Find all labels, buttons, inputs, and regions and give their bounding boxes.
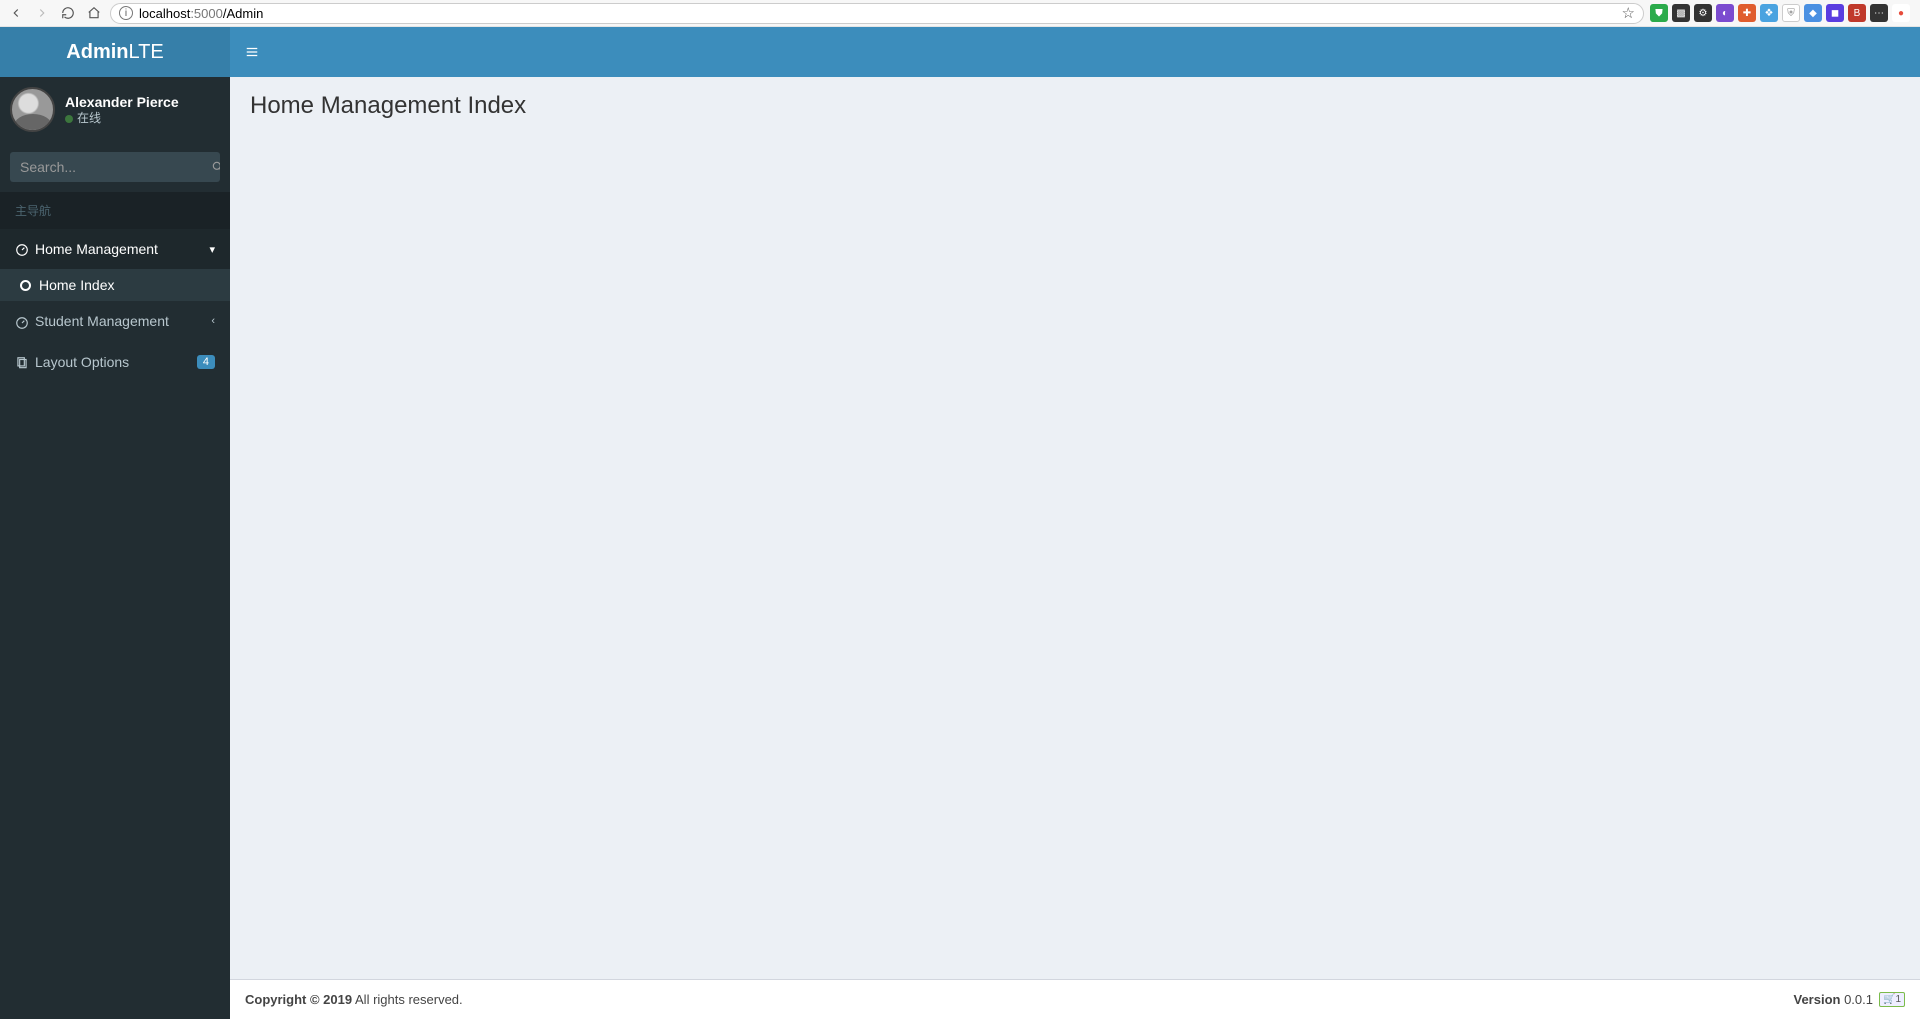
app-logo[interactable]: AdminLTE xyxy=(0,27,230,77)
user-status[interactable]: 在线 xyxy=(65,111,179,127)
dashboard-icon xyxy=(15,241,35,257)
extension-icon[interactable]: ◆ xyxy=(1804,4,1822,22)
search-input[interactable] xyxy=(10,152,211,182)
status-dot-icon xyxy=(65,115,73,123)
user-status-text: 在线 xyxy=(77,111,101,127)
sidebar: AdminLTE Alexander Pierce 在线 主导航 xyxy=(0,27,230,1019)
nav-header: 主导航 xyxy=(0,192,230,229)
footer: Copyright © 2019 All rights reserved. Ve… xyxy=(230,979,1920,1019)
chevron-down-icon: ▾ xyxy=(209,243,215,256)
bookmark-star-icon[interactable]: ☆ xyxy=(1622,4,1635,22)
sidebar-item-home-management[interactable]: Home Management ▾ xyxy=(0,229,230,269)
main-area: Home Management Index Copyright © 2019 A… xyxy=(230,27,1920,1019)
extension-icon[interactable]: ✚ xyxy=(1738,4,1756,22)
sidebar-item-student-management[interactable]: Student Management ‹ xyxy=(0,301,230,341)
sidebar-search xyxy=(0,142,230,192)
content-area: Home Management Index xyxy=(230,77,1920,979)
user-name: Alexander Pierce xyxy=(65,93,179,111)
sidebar-subitem-home-index[interactable]: Home Index xyxy=(0,269,230,301)
search-icon xyxy=(211,160,220,174)
browser-reload-button[interactable] xyxy=(58,3,78,23)
sidebar-toggle-button[interactable] xyxy=(245,43,259,61)
sidebar-item-label: Student Management xyxy=(35,313,211,329)
search-button[interactable] xyxy=(211,152,220,182)
user-panel: Alexander Pierce 在线 xyxy=(0,77,230,142)
sidebar-item-label: Home Management xyxy=(35,241,209,257)
extension-icon[interactable]: ◼ xyxy=(1826,4,1844,22)
sidebar-item-label: Layout Options xyxy=(35,354,197,370)
extension-icon[interactable]: ▩ xyxy=(1672,4,1690,22)
logo-bold: Admin xyxy=(66,41,128,63)
extension-icon[interactable]: B xyxy=(1848,4,1866,22)
footer-version: Version 0.0.1 xyxy=(1793,992,1873,1007)
logo-light: LTE xyxy=(129,41,164,63)
avatar[interactable] xyxy=(10,87,55,132)
browser-extension-icons: ⛊ ▩ ⚙ ◐ ✚ ❖ ⛨ ◆ ◼ B ⋯ ● xyxy=(1650,4,1914,22)
dashboard-icon xyxy=(15,313,35,329)
sidebar-subitem-label: Home Index xyxy=(39,277,114,293)
browser-url: localhost:5000/Admin xyxy=(139,6,1616,21)
footer-badge[interactable]: 🛒1 xyxy=(1879,992,1905,1007)
extension-icon[interactable]: ⛊ xyxy=(1650,4,1668,22)
site-info-icon[interactable]: i xyxy=(119,6,133,20)
page-title: Home Management Index xyxy=(250,92,1900,120)
extension-icon[interactable]: ❖ xyxy=(1760,4,1778,22)
extension-icon[interactable]: ● xyxy=(1892,4,1910,22)
browser-home-button[interactable] xyxy=(84,3,104,23)
cart-icon: 🛒 xyxy=(1883,994,1895,1005)
footer-right: Version 0.0.1 🛒1 xyxy=(1793,992,1905,1007)
app-container: AdminLTE Alexander Pierce 在线 主导航 xyxy=(0,27,1920,1019)
badge: 4 xyxy=(197,355,215,369)
extension-icon[interactable]: ◐ xyxy=(1716,4,1734,22)
extension-icon[interactable]: ⛨ xyxy=(1782,4,1800,22)
footer-copyright: Copyright © 2019 All rights reserved. xyxy=(245,992,463,1007)
footer-copyright-text: All rights reserved. xyxy=(352,992,463,1007)
browser-back-button[interactable] xyxy=(6,3,26,23)
footer-copyright-bold: Copyright © 2019 xyxy=(245,992,352,1007)
browser-chrome: i localhost:5000/Admin ☆ ⛊ ▩ ⚙ ◐ ✚ ❖ ⛨ ◆… xyxy=(0,0,1920,27)
extension-icon[interactable]: ⋯ xyxy=(1870,4,1888,22)
sidebar-menu: Home Management ▾ Home Index Student Man… xyxy=(0,229,230,382)
hamburger-icon xyxy=(245,45,259,59)
browser-forward-button[interactable] xyxy=(32,3,52,23)
browser-address-bar[interactable]: i localhost:5000/Admin ☆ xyxy=(110,3,1644,24)
sidebar-submenu: Home Index xyxy=(0,269,230,301)
top-bar xyxy=(230,27,1920,77)
extension-icon[interactable]: ⚙ xyxy=(1694,4,1712,22)
files-icon xyxy=(15,354,35,370)
chevron-left-icon: ‹ xyxy=(211,315,215,327)
circle-icon xyxy=(20,280,31,291)
sidebar-item-layout-options[interactable]: Layout Options 4 xyxy=(0,342,230,382)
